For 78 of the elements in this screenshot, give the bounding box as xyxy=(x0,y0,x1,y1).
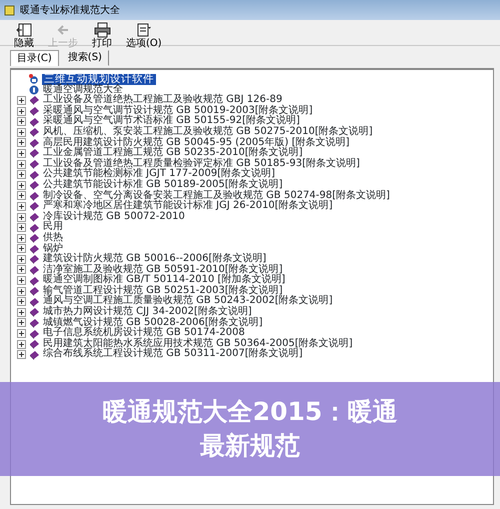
toolbar-button[interactable]: 隐藏 xyxy=(14,22,34,49)
book-icon xyxy=(29,328,39,339)
tab[interactable]: 搜索(S) xyxy=(60,50,109,66)
help-page-icon xyxy=(29,84,39,95)
toolbar-button[interactable]: 打印 xyxy=(92,22,112,49)
expand-icon[interactable] xyxy=(17,254,26,264)
expand-icon[interactable] xyxy=(17,170,26,180)
book-icon xyxy=(29,254,39,264)
hide-pane-icon xyxy=(16,22,32,38)
tab[interactable]: 目录(C) xyxy=(10,50,59,66)
tree-item[interactable]: 冷库设计规范 GB 50072-2010 xyxy=(42,212,186,222)
tree-item[interactable]: 工业设备及管道绝热工程施工及验收规范 GBJ 126-89 xyxy=(42,95,284,106)
printer-icon xyxy=(94,22,110,38)
expand-icon[interactable] xyxy=(17,286,26,296)
expand-icon[interactable] xyxy=(17,244,26,254)
expand-icon[interactable] xyxy=(17,138,26,148)
book-icon xyxy=(29,148,39,158)
tree-item[interactable]: 采暖通风与空气调节术语标准 GB 50155-92[附条文说明] xyxy=(42,116,301,127)
toolbar-button[interactable]: 选项(O) xyxy=(126,22,162,49)
book-icon xyxy=(29,95,39,106)
book-icon xyxy=(29,339,39,350)
book-icon xyxy=(29,201,39,212)
book-icon xyxy=(29,276,39,286)
book-icon xyxy=(29,127,39,138)
expand-icon[interactable] xyxy=(17,191,26,200)
tree-item[interactable]: 公共建筑节能设计标准 GB 50189-2005[附条文说明] xyxy=(42,180,284,191)
book-icon xyxy=(29,180,39,190)
expand-icon[interactable] xyxy=(17,265,26,274)
tree-item[interactable]: 公共建筑节能检测标准 JGJT 177-2009[附条文说明] xyxy=(42,169,276,180)
expand-icon[interactable] xyxy=(17,350,26,360)
book-icon xyxy=(29,190,39,201)
book-icon xyxy=(29,106,39,116)
expand-icon[interactable] xyxy=(17,180,26,190)
book-icon xyxy=(29,286,39,296)
tree-item[interactable]: 暖通空调制图标准 GB/T 50114-2010 [附加条文说明] xyxy=(42,275,286,286)
expand-icon[interactable] xyxy=(17,160,26,169)
expand-icon[interactable] xyxy=(17,234,26,243)
options-page-icon xyxy=(135,22,152,38)
tree-item[interactable]: 城市热力网设计规范 CJJ 34-2002[附条文说明] xyxy=(42,307,253,318)
tree-item[interactable]: 电子信息系统机房设计规范 GB 50174-2008 xyxy=(42,328,246,339)
expand-icon[interactable] xyxy=(17,106,26,116)
expand-icon[interactable] xyxy=(17,202,26,211)
book-icon xyxy=(29,116,39,127)
tree-item[interactable]: 严寒和寒冷地区居住建筑节能设计标准 JGJ 26-2010[附条文说明] xyxy=(42,201,334,212)
book-icon xyxy=(29,350,39,360)
expand-icon[interactable] xyxy=(17,340,26,349)
book-icon xyxy=(29,159,39,170)
book-icon xyxy=(29,222,39,233)
expand-icon[interactable] xyxy=(17,117,26,126)
expand-icon[interactable] xyxy=(17,128,26,137)
tree-item[interactable]: 建筑设计防火规范 GB 50016--2006[附条文说明] xyxy=(42,254,268,265)
expand-icon[interactable] xyxy=(17,96,26,105)
book-icon xyxy=(29,296,39,307)
book-icon xyxy=(29,233,39,244)
book-icon xyxy=(29,170,39,180)
tree-item[interactable]: 综合布线系统工程设计规范 GB 50311-2007[附条文说明] xyxy=(42,349,304,360)
tree-item[interactable]: 三维互动规划设计软件 xyxy=(42,74,156,85)
book-icon xyxy=(29,318,39,328)
tree-item[interactable]: 工业金属管道工程施工规范 GB 50235-2010[附条文说明] xyxy=(42,148,304,159)
book-icon xyxy=(29,244,39,254)
book-icon xyxy=(29,307,39,318)
tree-item[interactable]: 供热 xyxy=(42,232,64,244)
expand-icon[interactable] xyxy=(17,148,26,158)
expand-icon[interactable] xyxy=(17,212,26,222)
expand-icon[interactable] xyxy=(17,297,26,306)
expand-icon[interactable] xyxy=(17,276,26,286)
book-icon xyxy=(29,212,39,222)
expand-icon[interactable] xyxy=(17,223,26,232)
expand-icon[interactable] xyxy=(17,308,26,317)
book-icon xyxy=(29,264,39,275)
tree-item[interactable]: 民用 xyxy=(42,222,64,233)
tree-item[interactable]: 风机、压缩机、泵安装工程施工及验收规范 GB 50275-2010[附条文说明] xyxy=(42,126,374,138)
expand-icon[interactable] xyxy=(17,329,26,338)
link-icon xyxy=(29,74,39,84)
window-title: 暖通专业标准规范大全 xyxy=(20,4,120,18)
book-icon xyxy=(29,138,39,148)
banner-title: 暖通规范大全2015：暖通最新规范 xyxy=(102,396,398,462)
expand-icon[interactable] xyxy=(17,318,26,328)
